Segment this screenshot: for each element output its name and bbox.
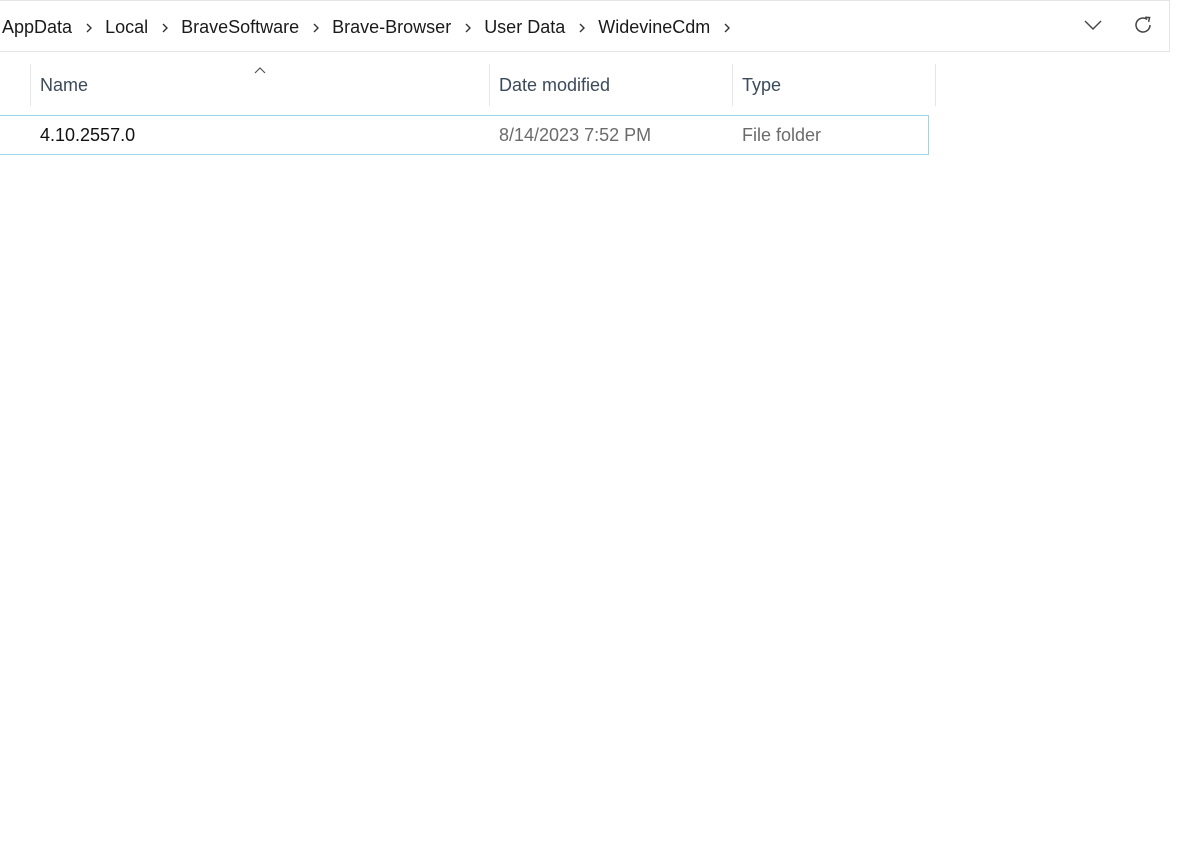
column-divider[interactable] [935,64,936,106]
row-date-modified: 8/14/2023 7:52 PM [499,124,652,145]
address-history-dropdown-button[interactable] [1077,11,1109,43]
breadcrumb: AppData Local BraveSoftware Brave-Browse… [2,1,743,53]
column-divider[interactable] [30,64,31,106]
chevron-right-icon[interactable] [451,19,484,36]
breadcrumb-item-widevinecdm[interactable]: WidevineCdm [598,17,710,38]
chevron-right-icon[interactable] [148,19,181,36]
breadcrumb-item-brave-browser[interactable]: Brave-Browser [332,17,451,38]
chevron-right-icon[interactable] [565,19,598,36]
chevron-right-icon[interactable] [299,19,332,36]
row-type: File folder [742,124,822,145]
column-header-date-label: Date modified [499,74,611,95]
file-list-row[interactable]: 4.10.2557.0 8/14/2023 7:52 PM File folde… [0,115,929,155]
file-explorer-window: AppData Local BraveSoftware Brave-Browse… [0,0,1182,858]
breadcrumb-item-bravesoftware[interactable]: BraveSoftware [181,17,299,38]
breadcrumb-item-user-data[interactable]: User Data [484,17,565,38]
breadcrumb-item-appdata[interactable]: AppData [2,17,72,38]
column-header-type-label: Type [742,74,782,95]
row-name: 4.10.2557.0 [40,124,136,145]
refresh-icon [1132,14,1154,41]
column-header-name-label: Name [40,74,89,95]
refresh-button[interactable] [1127,11,1159,43]
chevron-right-icon[interactable] [72,19,105,36]
column-header-date-modified[interactable]: Date modified [499,64,731,106]
chevron-down-icon [1084,18,1102,36]
sort-ascending-icon [253,62,267,74]
column-header-type[interactable]: Type [742,64,934,106]
breadcrumb-item-local[interactable]: Local [105,17,148,38]
chevron-right-icon[interactable] [710,19,743,36]
column-divider[interactable] [732,64,733,106]
address-bar[interactable]: AppData Local BraveSoftware Brave-Browse… [0,0,1170,52]
column-divider[interactable] [489,64,490,106]
